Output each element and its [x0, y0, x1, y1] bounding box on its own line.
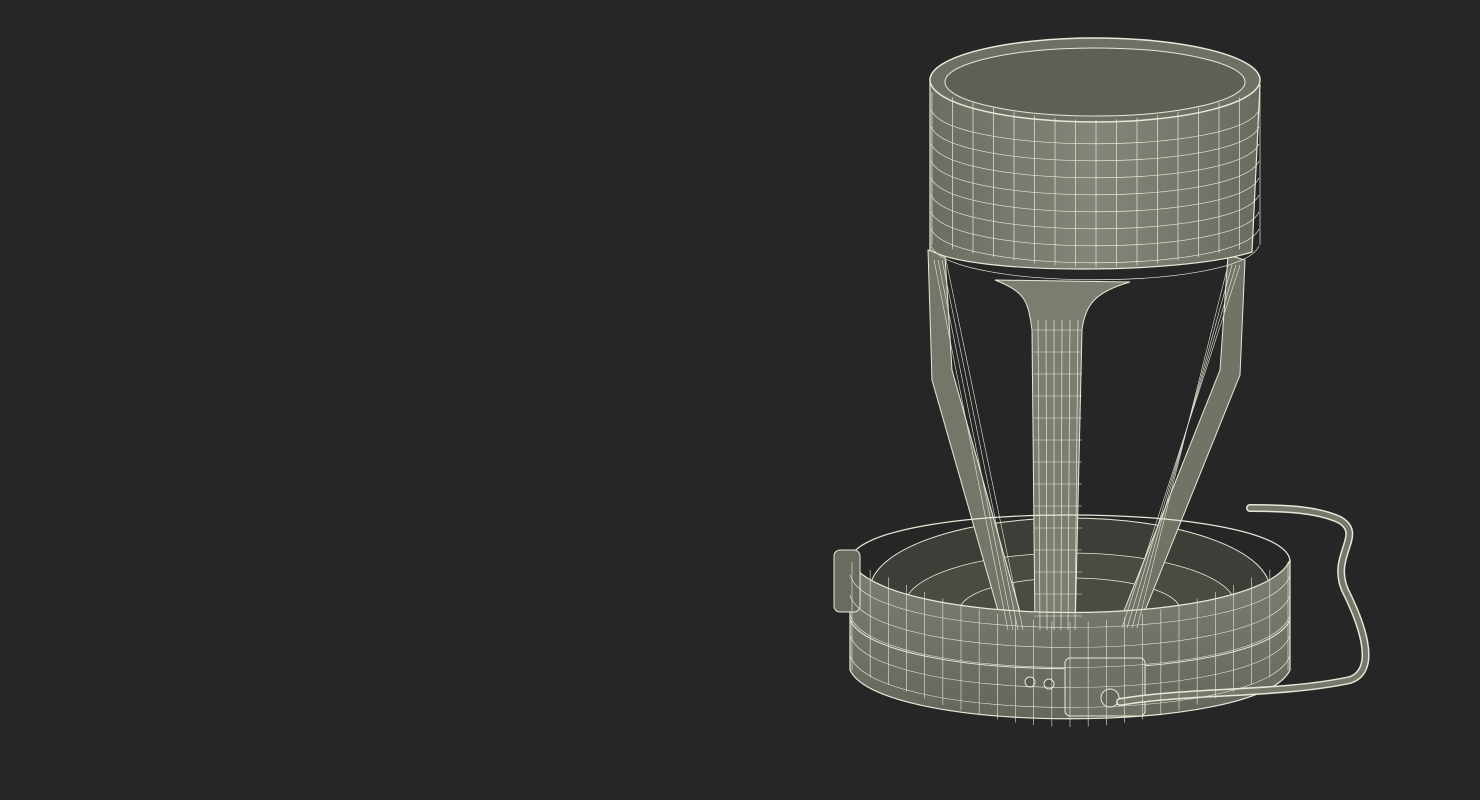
wireframe-model	[820, 30, 1380, 770]
viewport	[0, 0, 1480, 800]
buckle-knob	[1100, 688, 1120, 708]
wireframe-mesh	[833, 37, 1370, 727]
cup-opening	[944, 47, 1246, 117]
side-clip	[833, 549, 861, 613]
cup	[929, 37, 1261, 270]
